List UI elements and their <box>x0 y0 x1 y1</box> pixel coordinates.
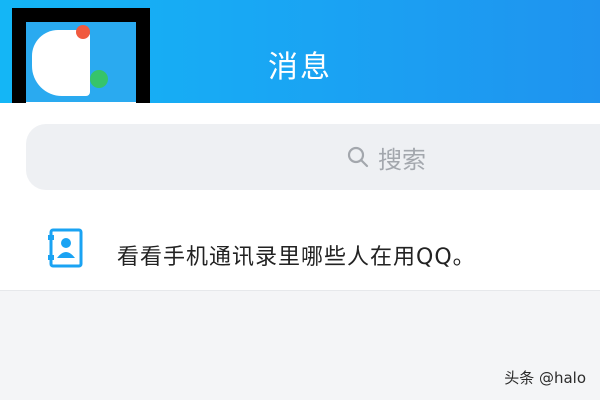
contacts-hint-text: 看看手机通讯录里哪些人在用QQ。 <box>117 245 476 270</box>
watermark: 头条 @halo <box>504 369 586 387</box>
contacts-hint-row[interactable]: 看看手机通讯录里哪些人在用QQ。 <box>0 215 600 290</box>
search-icon <box>347 146 369 168</box>
search-input[interactable]: 搜索 <box>26 124 600 190</box>
search-label: 搜索 <box>378 145 426 174</box>
contacts-book-icon <box>48 228 83 268</box>
search-inner: 搜索 <box>26 124 600 190</box>
divider <box>0 290 600 291</box>
